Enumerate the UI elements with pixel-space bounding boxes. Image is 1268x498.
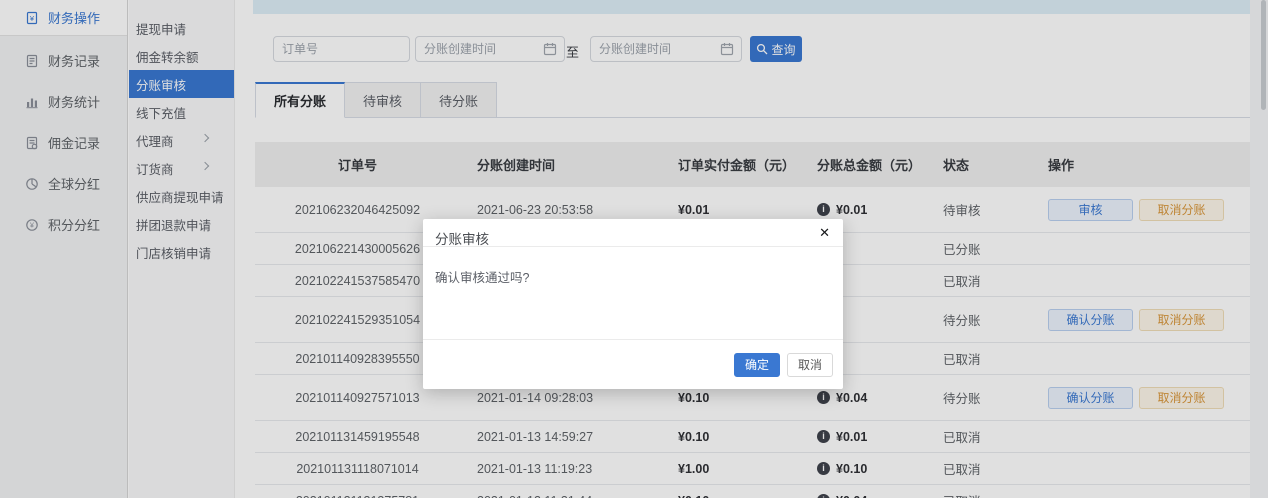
dialog-title: 分账审核	[435, 232, 489, 247]
dialog-footer: 确定 取消	[423, 339, 843, 389]
close-icon[interactable]: ✕	[819, 226, 830, 239]
dialog-header: 分账审核 ✕	[423, 219, 843, 247]
app-window: ¥财务操作财务记录财务统计佣金记录全球分红¥积分分红 提现申请佣金转余额分账审核…	[0, 0, 1268, 498]
confirm-button[interactable]: 确定	[734, 353, 780, 377]
cancel-button[interactable]: 取消	[787, 353, 833, 377]
dialog-body-text: 确认审核通过吗?	[423, 247, 843, 306]
split-audit-dialog: 分账审核 ✕ 确认审核通过吗? 确定 取消	[423, 219, 843, 389]
